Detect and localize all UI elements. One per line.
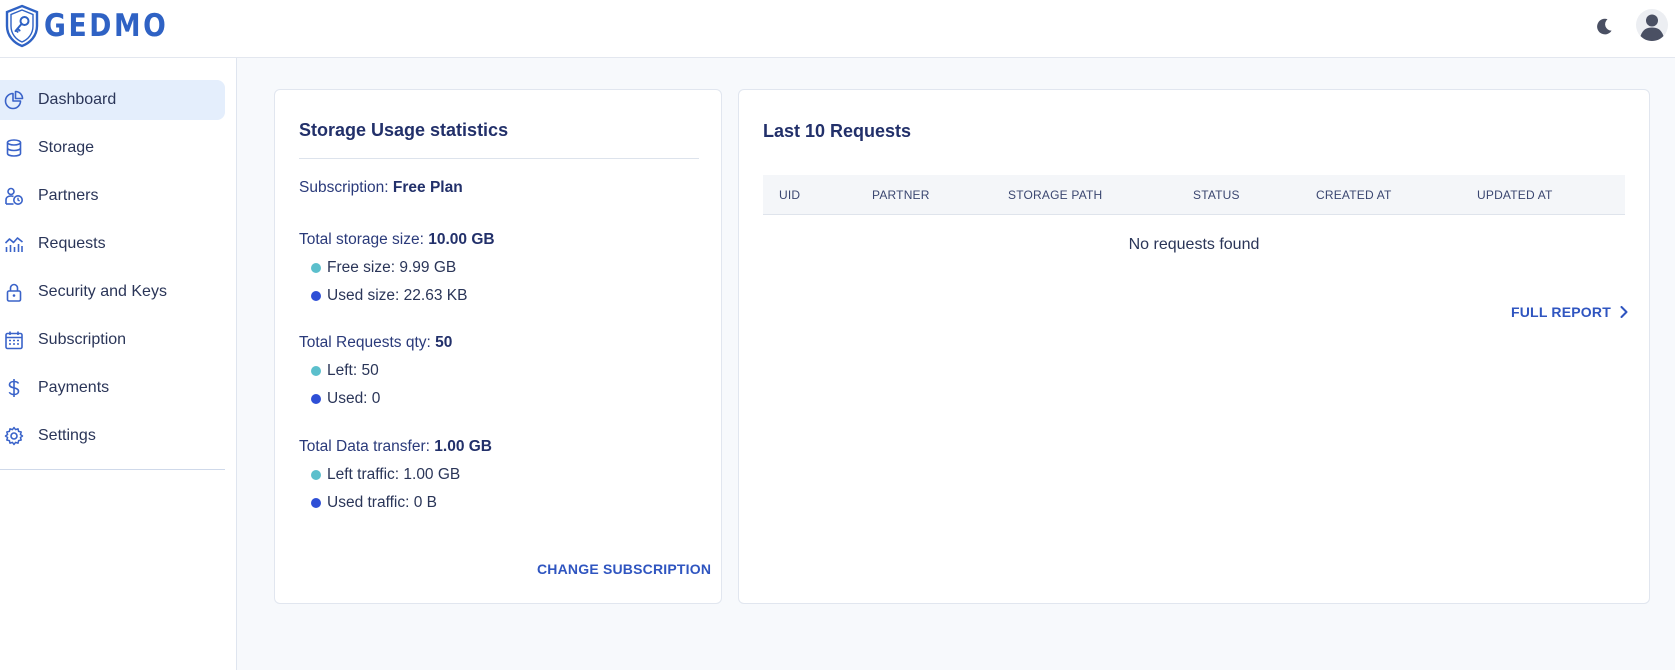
lock-icon	[3, 281, 25, 303]
sidebar: Dashboard Storage Partners Requests Secu…	[0, 58, 237, 670]
last-requests-card: Last 10 Requests UID PARTNER STORAGE PAT…	[738, 89, 1650, 604]
subscription-line: Subscription: Free Plan	[299, 179, 463, 197]
free-size-line: Free size: 9.99 GB	[311, 259, 456, 277]
total-transfer-value: 1.00 GB	[434, 438, 492, 455]
divider	[299, 158, 699, 159]
shield-key-icon	[5, 4, 39, 48]
total-requests-line: Total Requests qty: 50	[299, 334, 452, 352]
sidebar-item-payments[interactable]: Payments	[0, 368, 225, 408]
column-header-partner[interactable]: PARTNER	[872, 188, 930, 202]
requests-used-text: Used: 0	[327, 390, 381, 407]
sidebar-item-label: Storage	[38, 139, 95, 156]
free-dot-icon	[311, 263, 321, 273]
sidebar-item-settings[interactable]: Settings	[0, 416, 225, 456]
sidebar-item-partners[interactable]: Partners	[0, 176, 225, 216]
total-transfer-label: Total Data transfer:	[299, 438, 435, 455]
sidebar-item-label: Settings	[38, 427, 96, 444]
column-header-storage-path[interactable]: STORAGE PATH	[1008, 188, 1102, 202]
sidebar-item-label: Dashboard	[38, 91, 117, 108]
column-header-created-at[interactable]: CREATED AT	[1316, 188, 1392, 202]
sidebar-item-label: Partners	[38, 187, 99, 204]
chart-line-icon	[3, 233, 25, 255]
partners-icon	[3, 185, 25, 207]
subscription-label: Subscription:	[299, 179, 393, 196]
full-report-button[interactable]: FULL REPORT	[1511, 304, 1629, 320]
sidebar-item-security-and-keys[interactable]: Security and Keys	[0, 272, 225, 312]
free-size-text: Free size: 9.99 GB	[327, 259, 457, 276]
chevron-right-icon	[1620, 306, 1628, 318]
requests-left-text: Left: 50	[327, 362, 379, 379]
dollar-icon	[3, 377, 25, 399]
sidebar-item-label: Requests	[38, 235, 106, 252]
gear-icon	[3, 425, 25, 447]
sidebar-divider	[0, 469, 225, 470]
total-requests-label: Total Requests qty:	[299, 334, 436, 351]
chart-pie-icon	[3, 89, 25, 111]
left-traffic-line: Left traffic: 1.00 GB	[311, 466, 460, 484]
sidebar-item-label: Security and Keys	[38, 283, 167, 300]
database-icon	[3, 137, 25, 159]
storage-card-title: Storage Usage statistics	[299, 120, 509, 140]
requests-used-line: Used: 0	[311, 390, 380, 408]
sidebar-item-label: Subscription	[38, 331, 127, 348]
change-subscription-button[interactable]: CHANGE SUBSCRIPTION	[537, 561, 711, 577]
subscription-value: Free Plan	[392, 179, 463, 196]
top-bar: GEDMO	[0, 0, 1675, 58]
sidebar-item-subscription[interactable]: Subscription	[0, 320, 225, 360]
column-header-updated-at[interactable]: UPDATED AT	[1477, 188, 1553, 202]
requests-left-line: Left: 50	[311, 362, 379, 380]
user-avatar-icon[interactable]	[1635, 8, 1669, 42]
sidebar-item-label: Payments	[38, 379, 110, 396]
brand-name: GEDMO	[44, 8, 169, 44]
free-dot-icon	[311, 366, 321, 376]
brand-logo[interactable]: GEDMO	[4, 4, 189, 48]
empty-table-message: No requests found	[1128, 236, 1260, 253]
total-storage-value: 10.00 GB	[428, 231, 495, 248]
full-report-label: FULL REPORT	[1511, 304, 1611, 320]
used-traffic-text: Used traffic: 0 B	[327, 494, 437, 511]
moon-icon[interactable]	[1592, 14, 1616, 38]
used-size-line: Used size: 22.63 KB	[311, 287, 467, 305]
sidebar-item-requests[interactable]: Requests	[0, 224, 225, 264]
used-dot-icon	[311, 291, 321, 301]
storage-usage-card: Storage Usage statistics Subscription: F…	[274, 89, 722, 604]
used-dot-icon	[311, 394, 321, 404]
requests-card-title: Last 10 Requests	[763, 121, 912, 141]
total-storage-label: Total storage size:	[299, 231, 429, 248]
used-size-text: Used size: 22.63 KB	[327, 287, 468, 304]
total-storage-line: Total storage size: 10.00 GB	[299, 231, 495, 249]
used-traffic-line: Used traffic: 0 B	[311, 494, 437, 512]
sidebar-item-storage[interactable]: Storage	[0, 128, 225, 168]
total-requests-value: 50	[435, 334, 453, 351]
used-dot-icon	[311, 498, 321, 508]
column-header-status[interactable]: STATUS	[1193, 188, 1240, 202]
total-transfer-line: Total Data transfer: 1.00 GB	[299, 438, 492, 456]
requests-table-header: UID PARTNER STORAGE PATH STATUS CREATED …	[763, 175, 1625, 215]
calendar-icon	[3, 329, 25, 351]
column-header-uid[interactable]: UID	[779, 188, 800, 202]
left-traffic-text: Left traffic: 1.00 GB	[327, 466, 461, 483]
free-dot-icon	[311, 470, 321, 480]
sidebar-item-dashboard[interactable]: Dashboard	[0, 80, 225, 120]
